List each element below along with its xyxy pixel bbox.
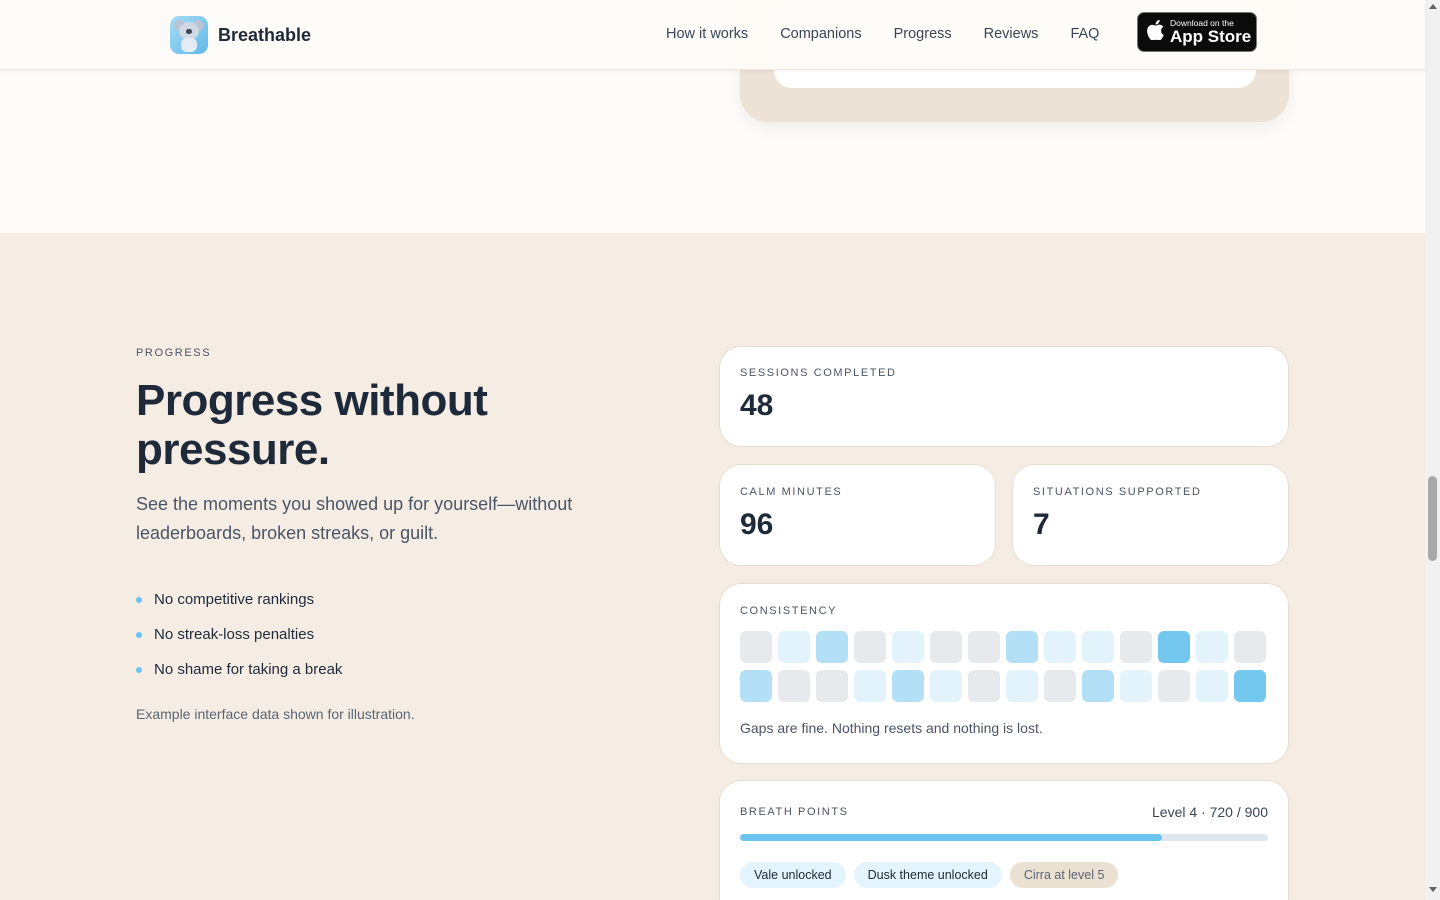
illustration-note: Example interface data shown for illustr… bbox=[136, 706, 415, 722]
consistency-cell bbox=[740, 670, 772, 702]
main-nav: How it works Companions Progress Reviews… bbox=[666, 26, 1099, 42]
consistency-cell bbox=[816, 670, 848, 702]
app-store-button[interactable]: Download on the App Store bbox=[1137, 12, 1257, 52]
sessions-card: SESSIONS COMPLETED 48 bbox=[719, 346, 1289, 447]
scrollbar-thumb[interactable] bbox=[1428, 476, 1437, 561]
sessions-label: SESSIONS COMPLETED bbox=[740, 367, 897, 379]
consistency-cell bbox=[1158, 631, 1190, 663]
consistency-cell bbox=[1044, 631, 1076, 663]
consistency-card: CONSISTENCY Gaps are fine. Nothing reset… bbox=[719, 583, 1289, 764]
nav-companions[interactable]: Companions bbox=[780, 26, 861, 42]
consistency-cell bbox=[854, 670, 886, 702]
consistency-cell bbox=[1158, 670, 1190, 702]
progress-bar-fill bbox=[740, 834, 1163, 841]
consistency-cell bbox=[968, 670, 1000, 702]
feature-bullets: No competitive rankings No streak-loss p… bbox=[136, 582, 342, 687]
nav-how-it-works[interactable]: How it works bbox=[666, 26, 748, 42]
consistency-cell bbox=[892, 670, 924, 702]
bullet-dot-icon bbox=[136, 666, 142, 673]
section-subtitle: See the moments you showed up for yourse… bbox=[136, 494, 573, 543]
situations-value: 7 bbox=[1033, 508, 1050, 541]
breath-points-progress-bar bbox=[740, 834, 1268, 841]
consistency-cell bbox=[778, 631, 810, 663]
consistency-cell bbox=[1120, 670, 1152, 702]
koala-logo-icon bbox=[170, 16, 208, 54]
unlock-chip: Dusk theme unlocked bbox=[853, 862, 1002, 888]
consistency-label: CONSISTENCY bbox=[740, 605, 838, 617]
consistency-cell bbox=[1196, 670, 1228, 702]
breath-points-level: Level 4 · 720 / 900 bbox=[1152, 804, 1268, 820]
consistency-cell bbox=[778, 670, 810, 702]
consistency-cell bbox=[1082, 670, 1114, 702]
consistency-cell bbox=[1234, 631, 1266, 663]
unlock-chip: Cirra at level 5 bbox=[1009, 862, 1119, 888]
bullet-item: No shame for taking a break bbox=[136, 652, 342, 687]
situations-label: SITUATIONS SUPPORTED bbox=[1033, 486, 1202, 498]
consistency-cell bbox=[968, 631, 1000, 663]
consistency-grid bbox=[740, 631, 1268, 702]
appstore-small-text: Download on the bbox=[1170, 17, 1234, 28]
calm-minutes-label: CALM MINUTES bbox=[740, 486, 843, 498]
progress-section: PROGRESS Progress without pressure. See … bbox=[0, 233, 1425, 900]
nav-reviews[interactable]: Reviews bbox=[984, 26, 1039, 42]
consistency-cell bbox=[740, 631, 772, 663]
scroll-up-icon[interactable] bbox=[1429, 4, 1437, 9]
bullet-dot-icon bbox=[136, 596, 142, 603]
consistency-cell bbox=[1196, 631, 1228, 663]
calm-minutes-card: CALM MINUTES 96 bbox=[719, 464, 996, 566]
breath-points-label: BREATH POINTS bbox=[740, 806, 849, 818]
consistency-cell bbox=[1044, 670, 1076, 702]
appstore-big-text: App Store bbox=[1170, 27, 1252, 47]
calm-minutes-value: 96 bbox=[740, 508, 774, 541]
consistency-cell bbox=[930, 670, 962, 702]
breath-points-card: BREATH POINTS Level 4 · 720 / 900 Vale u… bbox=[719, 780, 1289, 900]
section-eyebrow: PROGRESS bbox=[136, 347, 212, 359]
bullet-dot-icon bbox=[136, 631, 142, 638]
unlock-chip: Vale unlocked bbox=[740, 862, 846, 888]
brand-name: Breathable bbox=[218, 24, 312, 45]
brand-logo[interactable]: Breathable bbox=[170, 16, 311, 54]
consistency-cell bbox=[816, 631, 848, 663]
consistency-cell bbox=[1120, 631, 1152, 663]
scroll-down-icon[interactable] bbox=[1429, 887, 1437, 892]
scrollbar-track[interactable] bbox=[1425, 0, 1440, 900]
sessions-value: 48 bbox=[740, 389, 774, 422]
situations-card: SITUATIONS SUPPORTED 7 bbox=[1012, 464, 1289, 566]
nav-progress[interactable]: Progress bbox=[894, 26, 952, 42]
consistency-cell bbox=[854, 631, 886, 663]
consistency-cell bbox=[1082, 631, 1114, 663]
site-header: Breathable How it works Companions Progr… bbox=[0, 0, 1425, 70]
nav-faq[interactable]: FAQ bbox=[1070, 26, 1099, 42]
consistency-cell bbox=[930, 631, 962, 663]
consistency-cell bbox=[1006, 670, 1038, 702]
bullet-item: No competitive rankings bbox=[136, 582, 342, 617]
unlock-chips: Vale unlocked Dusk theme unlocked Cirra at… bbox=[740, 862, 1268, 888]
section-title: Progress without pressure. bbox=[136, 376, 488, 474]
consistency-cell bbox=[892, 631, 924, 663]
consistency-cell bbox=[1234, 670, 1266, 702]
consistency-note: Gaps are fine. Nothing resets and nothin… bbox=[740, 720, 1043, 736]
bullet-item: No streak-loss penalties bbox=[136, 617, 342, 652]
apple-icon bbox=[1147, 19, 1164, 44]
consistency-cell bbox=[1006, 631, 1038, 663]
